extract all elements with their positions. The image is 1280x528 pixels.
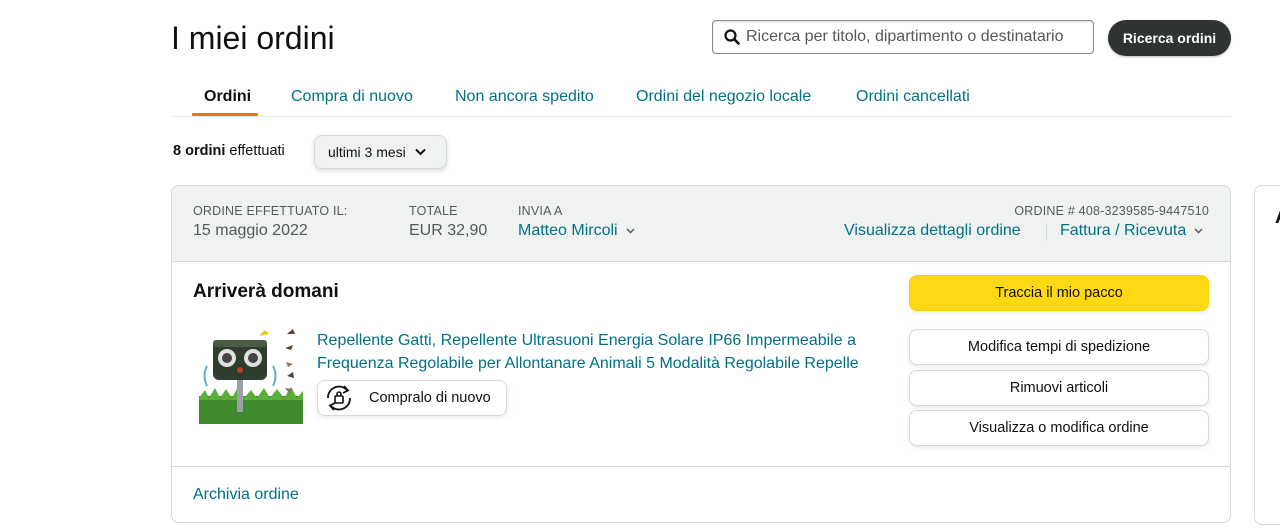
ship-to-label: INVIA A bbox=[518, 204, 563, 218]
tab-ordini-cancellati[interactable]: Ordini cancellati bbox=[856, 88, 970, 106]
orders-count-suffix: effettuati bbox=[229, 143, 285, 159]
product-image[interactable] bbox=[199, 326, 303, 424]
invoice-link-label: Fattura / Ricevuta bbox=[1060, 222, 1187, 239]
orders-tabs: Ordini Compra di nuovo Non ancora spedit… bbox=[171, 80, 1231, 117]
search-orders-button[interactable]: Ricerca ordini bbox=[1108, 20, 1231, 56]
product-title-link[interactable]: Repellente Gatti, Repellente Ultrasuoni … bbox=[317, 329, 887, 375]
page-title: I miei ordini bbox=[171, 20, 335, 56]
orders-summary: 8 ordini effettuati bbox=[173, 143, 285, 159]
card-divider bbox=[172, 466, 1230, 467]
tab-compra-di-nuovo[interactable]: Compra di nuovo bbox=[291, 88, 413, 106]
side-panel: A bbox=[1254, 185, 1280, 525]
chevron-down-icon bbox=[1194, 228, 1203, 234]
time-range-select[interactable]: ultimi 3 mesi bbox=[314, 135, 447, 169]
order-card: ORDINE EFFETTUATO IL: 15 maggio 2022 TOT… bbox=[171, 185, 1231, 523]
modify-shipping-button[interactable]: Modifica tempi di spedizione bbox=[909, 329, 1209, 365]
tab-non-ancora-spedito[interactable]: Non ancora spedito bbox=[455, 88, 594, 106]
view-modify-order-button[interactable]: Visualizza o modifica ordine bbox=[909, 410, 1209, 446]
track-package-button[interactable]: Traccia il mio pacco bbox=[909, 275, 1209, 311]
order-total-value: EUR 32,90 bbox=[409, 222, 488, 239]
search-input[interactable] bbox=[746, 28, 1086, 46]
orders-count: 8 ordini bbox=[173, 143, 226, 159]
chevron-down-icon bbox=[415, 148, 426, 156]
buy-again-label: Compralo di nuovo bbox=[369, 390, 491, 406]
order-header: ORDINE EFFETTUATO IL: 15 maggio 2022 TOT… bbox=[172, 186, 1230, 262]
search-box[interactable] bbox=[712, 20, 1094, 54]
view-order-details-link[interactable]: Visualizza dettagli ordine bbox=[844, 222, 1021, 240]
ship-to-name: Matteo Mircoli bbox=[518, 222, 618, 239]
chevron-down-icon bbox=[626, 228, 635, 234]
header-divider bbox=[1046, 223, 1047, 241]
buy-again-button[interactable]: Compralo di nuovo bbox=[317, 380, 507, 416]
ship-to-dropdown[interactable]: Matteo Mircoli bbox=[518, 222, 635, 240]
delivery-status: Arriverà domani bbox=[193, 281, 339, 302]
tab-ordini[interactable]: Ordini bbox=[204, 88, 251, 106]
archive-order-link[interactable]: Archivia ordine bbox=[193, 486, 299, 504]
buy-again-icon bbox=[327, 385, 351, 411]
time-range-value: ultimi 3 mesi bbox=[328, 144, 406, 160]
side-panel-heading: A bbox=[1275, 206, 1280, 229]
active-tab-indicator bbox=[192, 113, 258, 116]
invoice-dropdown[interactable]: Fattura / Ricevuta bbox=[1060, 222, 1203, 240]
remove-items-button[interactable]: Rimuovi articoli bbox=[909, 370, 1209, 406]
order-placed-label: ORDINE EFFETTUATO IL: bbox=[193, 204, 348, 218]
search-icon bbox=[724, 29, 740, 45]
tab-ordini-negozio-locale[interactable]: Ordini del negozio locale bbox=[636, 88, 811, 106]
order-total-label: TOTALE bbox=[409, 204, 458, 218]
order-placed-date: 15 maggio 2022 bbox=[193, 222, 308, 239]
order-number: ORDINE # 408-3239585-9447510 bbox=[1014, 204, 1209, 218]
